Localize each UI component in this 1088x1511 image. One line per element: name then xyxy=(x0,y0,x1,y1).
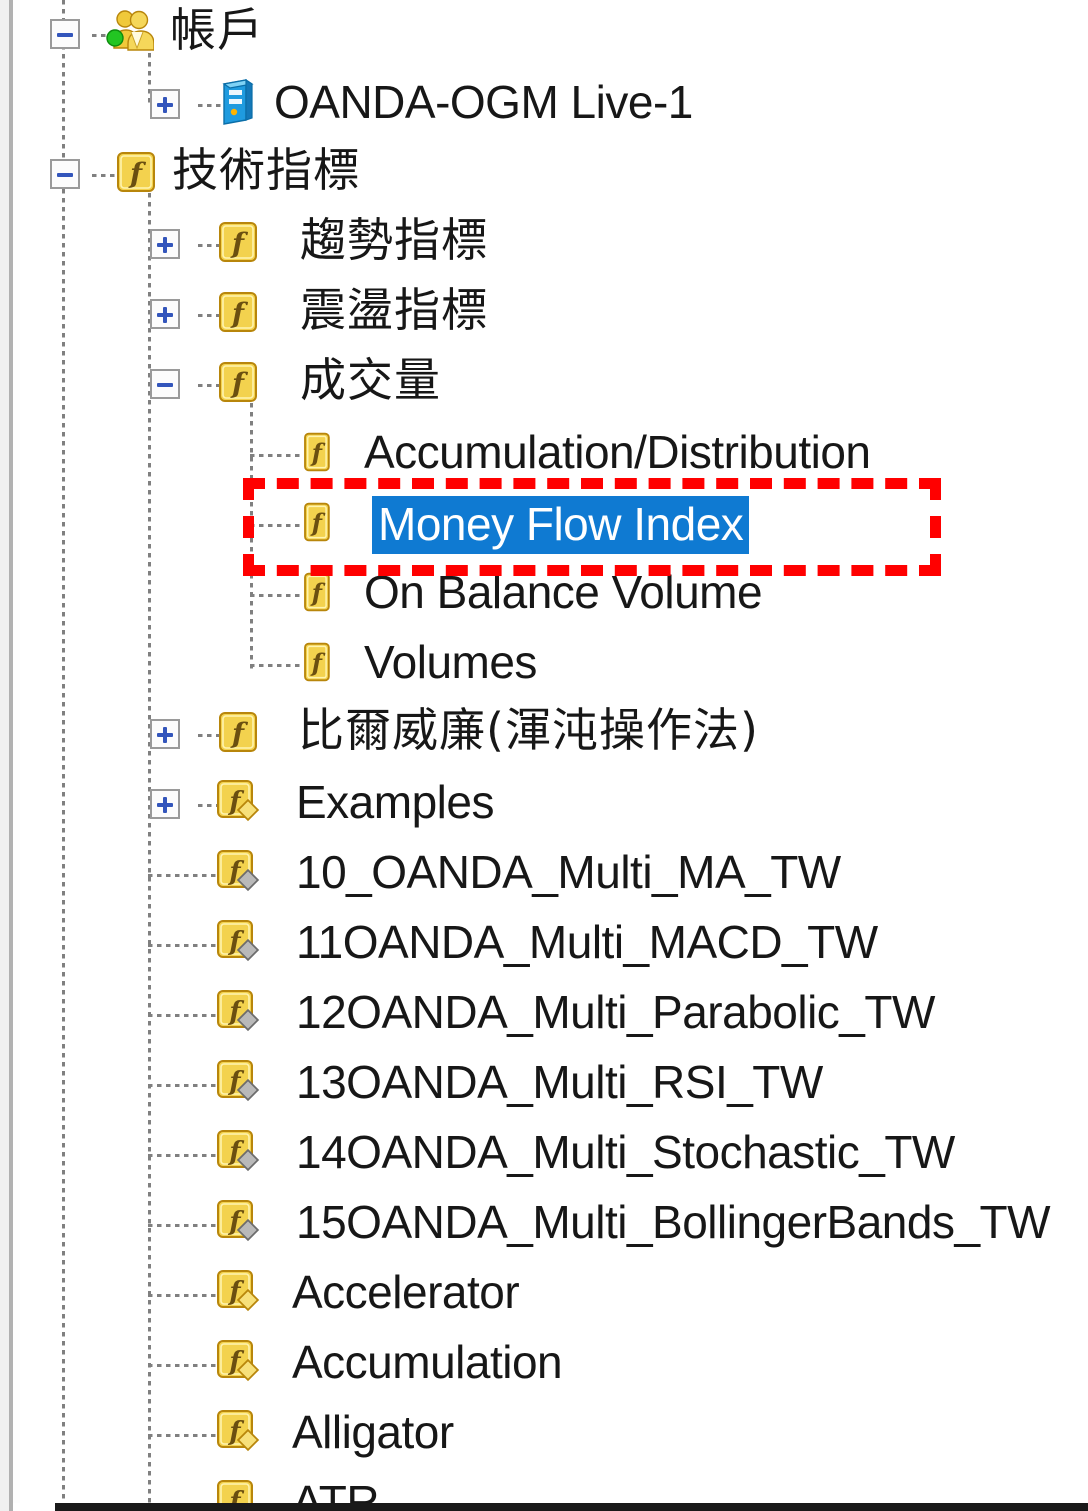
expander-trend[interactable] xyxy=(150,229,180,259)
expander-bill-williams[interactable] xyxy=(150,719,180,749)
function-icon: f xyxy=(294,640,338,684)
expander-examples[interactable] xyxy=(150,789,180,819)
function-folder-icon: f xyxy=(214,218,262,266)
server-tower-icon xyxy=(212,78,260,126)
tree-item-label[interactable]: 13OANDA_Multi_RSI_TW xyxy=(296,1056,823,1108)
expander-accounts[interactable] xyxy=(50,19,80,49)
expander-oscillators[interactable] xyxy=(150,299,180,329)
function-icon: f xyxy=(294,570,338,614)
function-folder-icon: f xyxy=(214,358,262,406)
panel-left-gutter xyxy=(0,0,9,1511)
custom-function-icon: f xyxy=(214,1408,262,1456)
custom-function-icon: f xyxy=(214,918,262,966)
tree-item-label[interactable]: 11OANDA_Multi_MACD_TW xyxy=(296,916,878,968)
custom-function-icon: f xyxy=(214,1058,262,1106)
custom-function-icon: f xyxy=(214,988,262,1036)
tree-item-label[interactable]: 成交量 xyxy=(300,354,441,406)
tree-item-label[interactable]: OANDA-OGM Live-1 xyxy=(274,76,693,128)
tree-item-label-selected[interactable]: Money Flow Index xyxy=(372,496,750,554)
tree-item-label[interactable]: Examples xyxy=(296,776,494,828)
custom-function-icon: f xyxy=(214,1198,262,1246)
tree-item-label[interactable]: 10_OANDA_Multi_MA_TW xyxy=(296,846,841,898)
custom-function-icon: f xyxy=(214,1128,262,1176)
custom-function-icon: f xyxy=(214,1268,262,1316)
navigator-panel: 帳戶 OANDA-OGM Live-1 f 技術指標 f 趨勢指標 f 震盪指標… xyxy=(0,0,1088,1511)
expander-indicators[interactable] xyxy=(50,159,80,189)
expander-oanda-server[interactable] xyxy=(150,89,180,119)
function-icon: f xyxy=(294,500,338,544)
tree-item-label[interactable]: Accumulation/Distribution xyxy=(364,426,871,478)
tree-item-label[interactable]: 趨勢指標 xyxy=(300,214,488,266)
tree-item-label[interactable]: Accumulation xyxy=(292,1336,563,1388)
tree-item-label[interactable]: Volumes xyxy=(364,636,537,688)
tree-item-label[interactable]: 12OANDA_Multi_Parabolic_TW xyxy=(296,986,935,1038)
navigator-tree[interactable]: 帳戶 OANDA-OGM Live-1 f 技術指標 f 趨勢指標 f 震盪指標… xyxy=(20,0,1088,1511)
tree-item-label[interactable]: 比爾威廉(渾沌操作法) xyxy=(298,704,759,756)
expander-volumes-group[interactable] xyxy=(150,369,180,399)
panel-left-inner xyxy=(13,0,20,1511)
function-icon: f xyxy=(294,430,338,474)
panel-bottom-left-gap xyxy=(13,1503,55,1511)
tree-item-label[interactable]: 14OANDA_Multi_Stochastic_TW xyxy=(296,1126,955,1178)
tree-item-label[interactable]: On Balance Volume xyxy=(364,566,763,618)
custom-function-icon: f xyxy=(214,848,262,896)
tree-item-label[interactable]: Accelerator xyxy=(292,1266,520,1318)
tree-guide-root xyxy=(62,0,65,1511)
panel-bottom-border xyxy=(55,1503,1088,1511)
tree-item-label[interactable]: Alligator xyxy=(292,1406,454,1458)
custom-function-icon: f xyxy=(214,778,262,826)
tree-item-label[interactable]: 震盪指標 xyxy=(300,284,488,336)
accounts-group-icon xyxy=(106,8,154,56)
custom-function-icon: f xyxy=(214,1338,262,1386)
function-folder-icon: f xyxy=(214,708,262,756)
function-folder-icon: f xyxy=(214,288,262,336)
tree-item-label[interactable]: 帳戶 xyxy=(170,4,264,56)
tree-item-label[interactable]: 技術指標 xyxy=(172,144,360,196)
tree-guide-volumes xyxy=(250,385,253,670)
tree-item-label[interactable]: 15OANDA_Multi_BollingerBands_TW xyxy=(296,1196,1051,1248)
function-folder-icon: f xyxy=(112,148,160,196)
